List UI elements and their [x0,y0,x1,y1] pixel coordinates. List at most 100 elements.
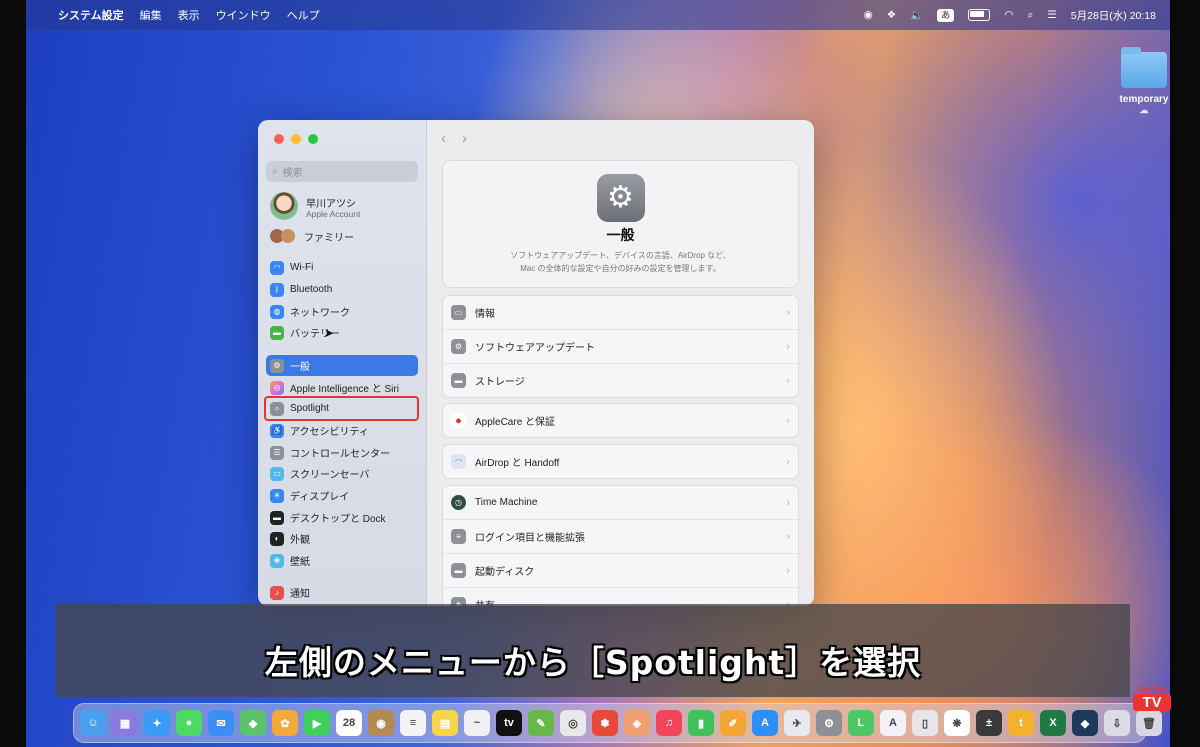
input-mode-indicator[interactable]: あ [937,8,955,22]
row-storage[interactable]: ▬ ストレージ › [443,364,798,397]
contacts-icon[interactable]: ◉ [368,710,394,736]
menu-app-name[interactable]: システム設定 [58,7,124,23]
reminders-icon[interactable]: ≡ [400,710,426,736]
row-about[interactable]: ▭ 情報 › [443,296,798,330]
affinity2-icon[interactable]: A [880,710,906,736]
folder-label: temporary [1119,94,1169,105]
mail-icon[interactable]: ✉ [208,710,234,736]
sidebar-item-screensaver[interactable]: ▭ スクリーンセーバ [266,463,418,484]
menu-edit[interactable]: 編集 [140,7,162,23]
wifi-icon: ◠ [270,260,284,275]
sidebar-item-label: 一般 [290,362,310,373]
downloads-icon[interactable]: ⇩ [1104,710,1130,736]
tv-icon[interactable]: tv [496,710,522,736]
general-gear-icon: ⚙ [596,174,645,222]
notes-icon[interactable]: ▤ [432,710,458,736]
sidebar-item-apple-intelligence[interactable]: ◎ Apple Intelligence と Siri [266,377,418,398]
migration-icon[interactable]: ✈ [784,710,810,736]
sidebar-item-accessibility[interactable]: ♿ アクセシビリティ [266,420,418,441]
control-center-icon[interactable]: ☰ [1047,9,1056,21]
system-settings-icon[interactable]: ⚙ [816,710,842,736]
close-button[interactable] [274,134,284,144]
desktop-folder[interactable]: temporary ☁ [1094,47,1170,116]
cube-icon[interactable]: ◆ [1072,710,1098,736]
display-icon: ☀ [270,488,284,503]
menu-clock[interactable]: 5月28日(水) 20:18 [1071,8,1156,23]
calculator-icon[interactable]: ± [976,710,1002,736]
launchpad-icon[interactable]: ▦ [112,710,138,736]
sidebar-item-battery[interactable]: ▬ バッテリー [266,322,418,343]
sidebar-item-network[interactable]: ◍ ネットワーク [266,301,418,322]
row-airdrop-handoff[interactable]: ◠ AirDrop と Handoff › [443,445,798,478]
row-startup-disk[interactable]: ▬ 起動ディスク › [443,554,798,588]
row-login-items[interactable]: ≡ ログイン項目と機能拡張 › [443,520,798,554]
sidebar-item-label: ネットワーク [290,308,350,319]
minimize-button[interactable] [291,134,301,144]
pages-icon[interactable]: ✐ [720,710,746,736]
chatgpt-icon[interactable]: ❋ [944,710,970,736]
battery-icon[interactable] [968,9,991,21]
family-faces-icon [270,229,296,243]
back-chevron-icon[interactable]: ‹ [441,130,446,147]
sidebar-item-desktop-dock[interactable]: ▬ デスクトップと Dock [266,507,418,528]
row-label: 起動ディスク [475,567,535,578]
search-field[interactable]: ⌕ 検索 [266,161,418,182]
menu-bar: システム設定 編集 表示 ウインドウ ヘルプ ◉ ❖ 🔈 あ ◠ ⌕ ☰ 5月2… [26,0,1170,30]
zoom-button[interactable] [308,134,318,144]
sidebar-item-wallpaper[interactable]: ❀ 壁紙 [266,550,418,571]
finder-icon[interactable]: ☺ [80,710,106,736]
affinity-icon[interactable]: ◈ [624,710,650,736]
line-icon[interactable]: L [848,710,874,736]
family-item[interactable]: ファミリー [270,228,354,244]
gear-icon: ⚙ [270,358,284,373]
forward-chevron-icon[interactable]: › [462,130,467,147]
icloud-icon: ☁ [1139,105,1149,115]
sidebar-item-bluetooth[interactable]: ᛒ Bluetooth [266,279,418,300]
numbers-game-icon[interactable]: ✎ [528,710,554,736]
sidebar-item-control-center[interactable]: ☰ コントロールセンター [266,442,418,463]
photo-app-icon[interactable]: ✽ [592,710,618,736]
siri-icon: ◎ [270,380,284,395]
dropbox-icon[interactable]: ❖ [887,9,896,21]
record-icon[interactable]: ◉ [864,9,873,21]
row-software-update[interactable]: ⚙ ソフトウェアアップデート › [443,330,798,364]
menu-view[interactable]: 表示 [178,7,200,23]
safari-icon[interactable]: ✦ [144,710,170,736]
menu-window[interactable]: ウインドウ [216,7,271,23]
chevron-right-icon: › [786,414,790,427]
time-machine-icon: ◷ [451,495,466,510]
apple-account[interactable]: 早川アツシ Apple Account [270,192,420,222]
sidebar-item-label: アクセシビリティ [290,427,369,438]
sidebar-item-appearance[interactable]: ◐ 外観 [266,528,418,549]
app-store-icon[interactable]: A [752,710,778,736]
textedit-icon[interactable]: t [1008,710,1034,736]
iphone-mirroring-icon[interactable]: ▯ [912,710,938,736]
wifi-icon[interactable]: ◠ [1004,9,1013,21]
row-time-machine[interactable]: ◷ Time Machine › [443,486,798,520]
excel-icon[interactable]: X [1040,710,1066,736]
maps-icon[interactable]: ◆ [240,710,266,736]
sidebar-item-wifi[interactable]: ◠ Wi-Fi [266,257,418,278]
sidebar-item-general[interactable]: ⚙ 一般 [266,355,418,376]
music-icon[interactable]: ♫ [656,710,682,736]
sidebar-item-notifications[interactable]: ♪ 通知 [266,582,418,603]
facetime-icon[interactable]: ▶ [304,710,330,736]
sidebar-item-label: 通知 [290,589,310,600]
sidebar-item-label: Apple Intelligence と Siri [290,384,399,395]
search-icon[interactable]: ⌕ [1027,9,1033,22]
bell-icon: ♪ [270,585,284,600]
freeform-icon[interactable]: ~ [464,710,490,736]
calendar-icon[interactable]: 28 [336,710,362,736]
photos-icon[interactable]: ✿ [272,710,298,736]
volume-icon[interactable]: 🔈 [910,9,923,22]
family-label: ファミリー [304,232,354,244]
settings-group-2: ● AppleCare と保証 › [442,403,799,438]
messages-icon[interactable]: ● [176,710,202,736]
numbers-icon[interactable]: ▮ [688,710,714,736]
account-subtitle: Apple Account [306,209,361,219]
chrome-icon[interactable]: ◎ [560,710,586,736]
sidebar-item-display[interactable]: ☀ ディスプレイ [266,485,418,506]
menu-help[interactable]: ヘルプ [287,7,320,23]
row-applecare[interactable]: ● AppleCare と保証 › [443,404,798,437]
sidebar-item-label: Wi-Fi [290,262,314,273]
